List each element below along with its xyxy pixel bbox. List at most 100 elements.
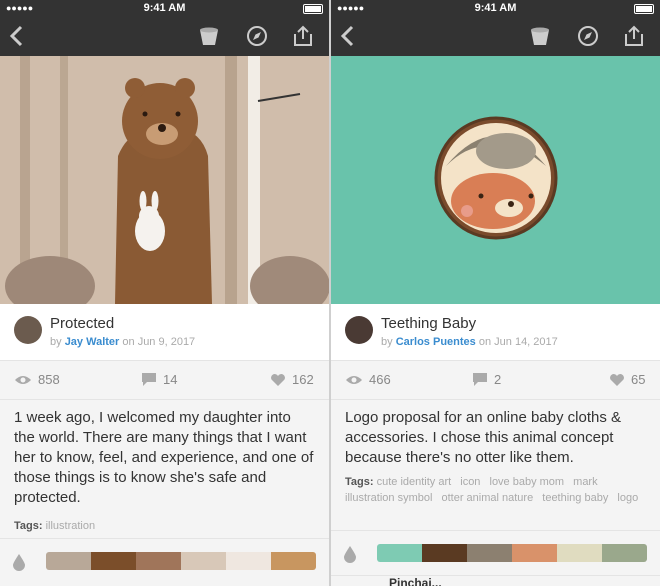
back-button[interactable]: [335, 23, 361, 49]
shot-image[interactable]: [0, 56, 329, 304]
stats-row: 858 14 162: [0, 361, 329, 400]
bucket-icon: [200, 27, 218, 45]
color-palette: [0, 538, 329, 585]
swatch[interactable]: [377, 544, 422, 562]
toolbar: [331, 16, 660, 56]
drop-icon: [344, 546, 356, 563]
tag[interactable]: illustration: [46, 520, 96, 532]
stats-row: 466 2 65: [331, 361, 660, 400]
swatch[interactable]: [271, 552, 316, 570]
comments-stat[interactable]: 14: [141, 372, 177, 387]
swatch[interactable]: [422, 544, 467, 562]
swatch[interactable]: [226, 552, 271, 570]
share-icon: [294, 25, 312, 46]
comment-icon: [473, 373, 487, 386]
tag[interactable]: illustration symbol: [345, 492, 432, 504]
shot-description: Logo proposal for an online baby cloths …: [345, 409, 622, 466]
back-button[interactable]: [4, 23, 30, 49]
swatch[interactable]: [557, 544, 602, 562]
compass-icon: [247, 26, 267, 46]
eye-icon: [346, 375, 362, 384]
by-label: by: [50, 336, 62, 348]
avatar[interactable]: [345, 316, 373, 344]
shot-description: 1 week ago, I welcomed my daughter into …: [14, 409, 314, 506]
share-button[interactable]: [621, 23, 647, 49]
eye-icon: [15, 375, 31, 384]
status-time: 9:41 AM: [474, 2, 517, 14]
tag[interactable]: love baby mom: [490, 476, 565, 488]
shot-title: Teething Baby: [381, 315, 477, 332]
comment-icon: [142, 373, 156, 386]
byline: by Carlos Puentes on Jun 14, 2017: [381, 336, 558, 348]
swatch[interactable]: [136, 552, 181, 570]
bucket-icon: [531, 27, 549, 45]
swatch[interactable]: [46, 552, 91, 570]
likes-stat[interactable]: 65: [609, 372, 645, 387]
tag[interactable]: mark: [573, 476, 597, 488]
shot-image[interactable]: [331, 56, 660, 304]
swatch[interactable]: [467, 544, 512, 562]
swatch[interactable]: [181, 552, 226, 570]
swatches: [46, 552, 316, 570]
author-link[interactable]: Jay Walter: [65, 336, 120, 348]
comments-stat[interactable]: 2: [472, 372, 501, 387]
share-button[interactable]: [290, 23, 316, 49]
date-prefix: on: [478, 336, 492, 348]
bucket-button[interactable]: [527, 23, 553, 49]
tag[interactable]: otter animal nature: [441, 492, 533, 504]
tag[interactable]: teething baby: [542, 492, 608, 504]
shot-header: Teething Baby by Carlos Puentes on Jun 1…: [331, 304, 660, 361]
tags-label: Tags:: [14, 520, 43, 532]
status-bar: ●●●●● 9:41 AM: [0, 0, 329, 16]
battery-icon: [303, 4, 323, 14]
author-link[interactable]: Carlos Puentes: [396, 336, 476, 348]
explore-button[interactable]: [244, 23, 270, 49]
swatch[interactable]: [602, 544, 647, 562]
toolbar: [0, 16, 329, 56]
explore-button[interactable]: [575, 23, 601, 49]
battery-icon: [634, 4, 654, 14]
comments-count: 2: [494, 372, 502, 387]
otter-logo-illustration: [331, 56, 660, 304]
views-count: 858: [38, 372, 60, 387]
shot-title: Protected: [50, 315, 115, 332]
chevron-left-icon: [9, 25, 23, 47]
color-palette: [331, 530, 660, 577]
left-screen: ●●●●● 9:41 AM Protected by Jay Walter on…: [0, 0, 329, 586]
views-count: 466: [369, 372, 391, 387]
heart-icon: [271, 373, 285, 386]
bucket-button[interactable]: [196, 23, 222, 49]
shot-date: Jun 9, 2017: [137, 336, 196, 348]
heart-icon: [610, 373, 624, 386]
shot-header: Protected by Jay Walter on Jun 9, 2017: [0, 304, 329, 361]
status-time: 9:41 AM: [143, 2, 186, 14]
share-icon: [625, 25, 643, 46]
next-shot-row[interactable]: Pinchai...: [331, 575, 660, 586]
comments-count: 14: [163, 372, 178, 387]
drop-icon: [13, 554, 25, 571]
tags-row: Tags: cute identity art icon love baby m…: [331, 468, 660, 506]
swatch[interactable]: [512, 544, 557, 562]
shot-date: Jun 14, 2017: [494, 336, 558, 348]
bear-illustration: [0, 56, 329, 304]
by-label: by: [381, 336, 393, 348]
views-stat[interactable]: 858: [14, 372, 60, 387]
views-stat[interactable]: 466: [345, 372, 391, 387]
right-screen: ●●●●● 9:41 AM Teething Baby by Carlos Pu…: [331, 0, 660, 586]
compass-icon: [578, 26, 598, 46]
tags-row: Tags: illustration: [0, 508, 329, 534]
tag[interactable]: icon: [460, 476, 480, 488]
swatch[interactable]: [91, 552, 136, 570]
status-bar: ●●●●● 9:41 AM: [331, 0, 660, 16]
likes-stat[interactable]: 162: [270, 372, 314, 387]
tag[interactable]: cute identity art: [377, 476, 452, 488]
date-prefix: on: [122, 336, 135, 348]
chevron-left-icon: [340, 25, 354, 47]
swatches: [377, 544, 647, 562]
likes-count: 65: [631, 372, 646, 387]
byline: by Jay Walter on Jun 9, 2017: [50, 336, 195, 348]
avatar[interactable]: [14, 316, 42, 344]
next-shot-title: Pinchai...: [389, 576, 442, 586]
tags-label: Tags:: [345, 476, 374, 488]
tag[interactable]: logo: [617, 492, 638, 504]
